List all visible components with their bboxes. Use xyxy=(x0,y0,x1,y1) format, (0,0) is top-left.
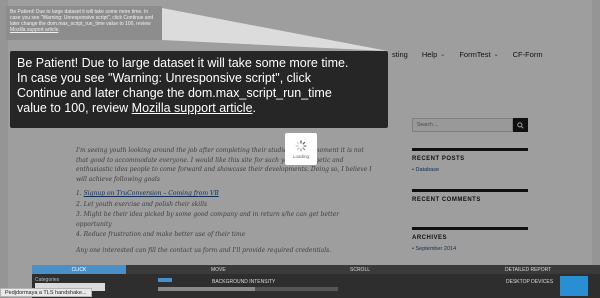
slider-fill xyxy=(158,287,256,291)
message-line: Be Patient! Due to large dataset it will… xyxy=(17,56,349,70)
mini-message-text: Be Patient! Due to large dataset it will… xyxy=(10,9,154,27)
mini-support-link[interactable]: Mozilla support article xyxy=(10,27,58,33)
message-line: In case you see "Warning: Unresponsive s… xyxy=(17,71,311,85)
patience-message: Be Patient! Due to large dataset it will… xyxy=(10,51,388,128)
tab-move[interactable]: MOVE xyxy=(211,267,226,273)
loading-label: Loading xyxy=(292,153,310,159)
tab-click[interactable]: CLICK xyxy=(32,265,126,274)
background-intensity-slider[interactable] xyxy=(158,287,338,291)
message-suffix: . xyxy=(252,101,257,115)
message-line: Continue and later change the dom.max_sc… xyxy=(17,86,332,100)
panel-toggle[interactable] xyxy=(158,278,172,282)
detailed-report-button[interactable]: DETAILED REPORT xyxy=(505,267,551,273)
mini-message-panel: Be Patient! Due to large dataset it will… xyxy=(6,6,162,40)
mini-message-suffix: . xyxy=(58,27,60,33)
tab-scroll[interactable]: SCROLL xyxy=(350,267,370,273)
device-toggle-button[interactable] xyxy=(560,276,588,296)
heatmap-tool-panel: CLICK MOVE SCROLL DETAILED REPORT Catego… xyxy=(32,265,600,298)
background-intensity-label: BACKGROUND INTENSITY xyxy=(212,279,276,285)
mozilla-support-link[interactable]: Mozilla support article xyxy=(132,101,253,115)
browser-status-bar: Pedjdormaya a TLS handshake... xyxy=(0,288,92,297)
panel-controls: Categories BACKGROUND INTENSITY DESKTOP … xyxy=(32,274,600,298)
loading-indicator: Loading xyxy=(285,133,317,165)
message-line-prefix: value to 100, review xyxy=(17,101,132,115)
spinner-icon xyxy=(295,139,307,152)
desktop-devices-label[interactable]: DESKTOP DEVICES xyxy=(506,279,553,285)
message-line: value to 100, review Mozilla support art… xyxy=(17,101,381,116)
